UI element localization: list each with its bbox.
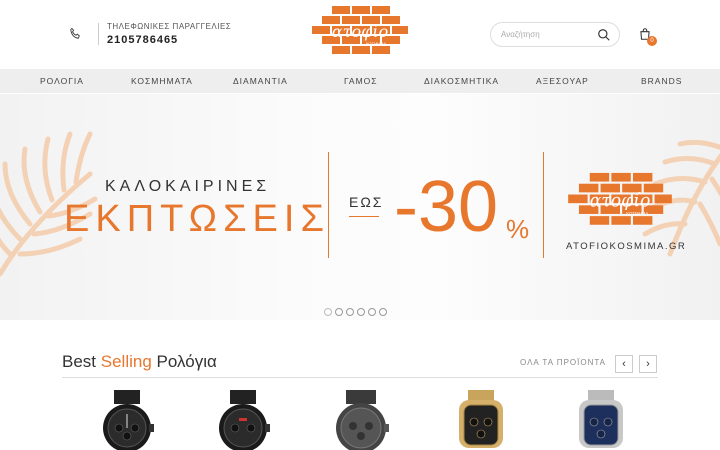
hero-divider-right [543, 152, 544, 258]
phone-number[interactable]: 2105786465 [107, 34, 231, 46]
slider-dots [324, 308, 390, 316]
header: ΤΗΛΕΦΩΝΙΚΕΣ ΠΑΡΑΓΓΕΛΙΕΣ 2105786465 ατοφί… [0, 0, 720, 68]
nav-item-wedding[interactable]: ΓΑΜΟΣ [344, 69, 378, 93]
section-title: Best Selling Ρολόγια [62, 352, 217, 372]
watch-gold-icon[interactable] [446, 390, 516, 450]
section-divider [62, 377, 658, 378]
hero-logo-text: ατοφίο [590, 191, 651, 211]
slider-dot[interactable] [324, 308, 332, 316]
hero-line1: ΚΑΛΟΚΑΙΡΙΝΕΣ [105, 178, 271, 195]
watch-black-icon[interactable] [92, 390, 162, 450]
hero-site-url: ATOFIOKOSMIMA.GR [566, 241, 687, 252]
hero-logo: ατοφίο ΚΟΣΜΗΜΑ [568, 172, 672, 225]
nav-item-decorative[interactable]: ΔΙΑΚΟΣΜΗΤΙΚΑ [424, 69, 499, 93]
search-box[interactable]: Αναζήτηση [490, 22, 620, 47]
watch-black-icon[interactable] [208, 390, 278, 450]
hero-discount: -30 [394, 167, 499, 247]
hero-percent-sign: % [506, 214, 530, 244]
section-title-accent: Selling [100, 352, 152, 371]
main-nav: ΡΟΛΟΓΙΑ ΚΟΣΜΗΜΑΤΑ ΔΙΑΜΑΝΤΙΑ ΓΑΜΟΣ ΔΙΑΚΟΣ… [0, 69, 720, 93]
phone-divider [98, 23, 99, 45]
section-title-suffix: Ρολόγια [156, 352, 217, 371]
slider-dot[interactable] [357, 308, 365, 316]
carousel-next-button[interactable]: › [639, 355, 657, 373]
phone-contact[interactable]: ΤΗΛΕΦΩΝΙΚΕΣ ΠΑΡΑΓΓΕΛΙΕΣ 2105786465 [68, 22, 231, 46]
phone-label: ΤΗΛΕΦΩΝΙΚΕΣ ΠΑΡΑΓΓΕΛΙΕΣ [107, 22, 232, 31]
search-input[interactable]: Αναζήτηση [501, 30, 597, 39]
section-title-prefix: Best [62, 352, 97, 371]
slider-dot[interactable] [335, 308, 343, 316]
logo-subtext: ΚΟΣΜΗΜΑ [366, 41, 387, 46]
all-products-link[interactable]: ΟΛΑ ΤΑ ΠΡΟΪΟΝΤΑ [520, 358, 606, 367]
hero-logo-subtext: ΚΟΣΜΗΜΑ [626, 211, 648, 216]
nav-item-accessories[interactable]: ΑΞΕΣΟΥΑΡ [536, 69, 589, 93]
watch-silver-blue-icon[interactable] [566, 390, 636, 450]
nav-item-jewelry[interactable]: ΚΟΣΜΗΜΑΤΑ [131, 69, 193, 93]
slider-dot[interactable] [346, 308, 354, 316]
hero-line2: ΕΚΠΤΩΣΕΙΣ [64, 198, 330, 240]
site-logo[interactable]: ατοφίο ΚΟΣΜΗΜΑ [310, 6, 410, 58]
hero-banner[interactable]: ΚΑΛΟΚΑΙΡΙΝΕΣ ΕΚΠΤΩΣΕΙΣ ΕΩΣ -30 % ατοφίο … [0, 94, 720, 320]
nav-item-diamonds[interactable]: ΔΙΑΜΑΝΤΙΑ [233, 69, 288, 93]
phone-icon [70, 27, 80, 39]
cart-count-badge: 0 [647, 36, 657, 46]
slider-dot[interactable] [379, 308, 387, 316]
search-icon[interactable] [597, 28, 611, 42]
nav-item-brands[interactable]: BRANDS [641, 69, 682, 93]
hero-upto: ΕΩΣ [349, 194, 384, 210]
slider-dot[interactable] [368, 308, 376, 316]
nav-item-watches[interactable]: ΡΟΛΟΓΙΑ [40, 69, 84, 93]
hero-upto-underline [349, 216, 379, 217]
logo-text: ατοφίο [332, 22, 388, 41]
watch-dark-grey-icon[interactable] [326, 390, 396, 450]
hero-divider [328, 152, 329, 258]
carousel-prev-button[interactable]: ‹ [615, 355, 633, 373]
